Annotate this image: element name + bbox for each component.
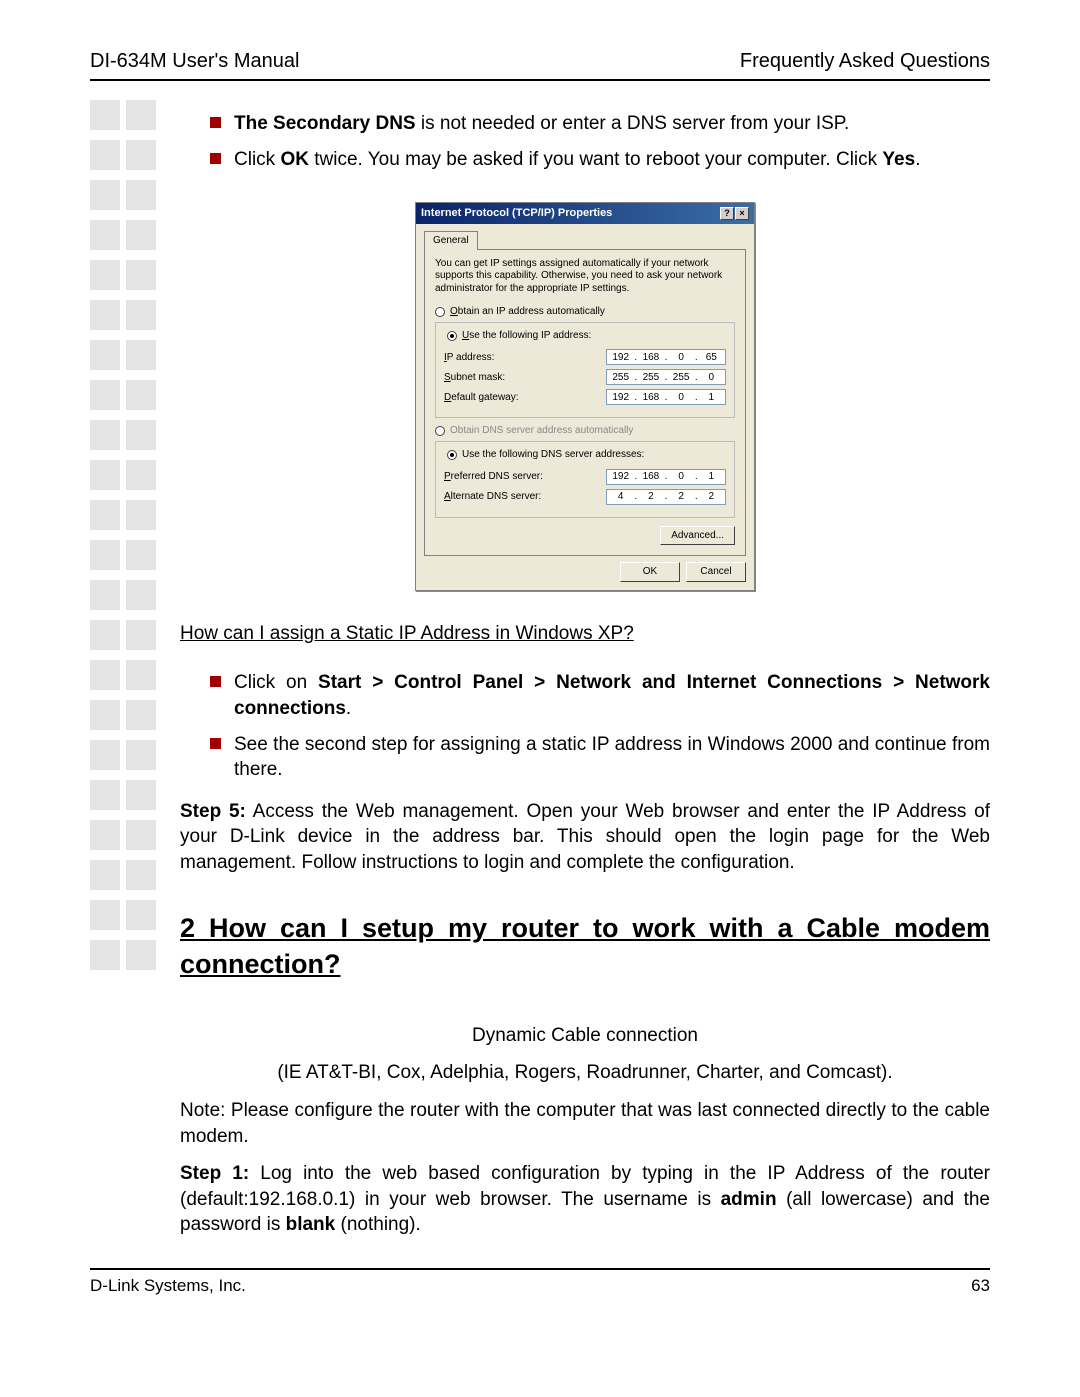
gateway-label: Default gateway:: [444, 391, 519, 405]
footer-company: D-Link Systems, Inc.: [90, 1276, 246, 1296]
xp-heading: How can I assign a Static IP Address in …: [180, 621, 990, 647]
footer-page-number: 63: [971, 1276, 990, 1296]
subnet-label: Subnet mask:: [444, 371, 505, 385]
decorative-sidebar: [90, 100, 156, 970]
radio-label: Use the following DNS server addresses:: [462, 448, 644, 462]
alternate-dns-input[interactable]: 4. 2. 2. 2: [606, 489, 726, 505]
page-footer: D-Link Systems, Inc. 63: [90, 1268, 990, 1296]
radio-use-dns[interactable]: Use the following DNS server addresses:: [444, 448, 647, 462]
page-content: The Secondary DNS is not needed or enter…: [180, 111, 990, 1238]
ip-label: IP address:: [444, 351, 494, 365]
radio-obtain-ip[interactable]: Obtain an IP address automatically: [435, 305, 735, 319]
help-icon[interactable]: ?: [720, 207, 734, 220]
cancel-button[interactable]: Cancel: [686, 562, 746, 582]
list-item: The Secondary DNS is not needed or enter…: [210, 111, 990, 137]
dynamic-title: Dynamic Cable connection: [180, 1023, 990, 1049]
ip-address-input[interactable]: 192. 168. 0. 65: [606, 349, 726, 365]
step-1-text: Step 1: Log into the web based configura…: [180, 1161, 990, 1238]
alternate-dns-label: Alternate DNS server:: [444, 490, 541, 504]
note-text: Note: Please configure the router with t…: [180, 1098, 990, 1149]
dynamic-subtitle: (IE AT&T-BI, Cox, Adelphia, Rogers, Road…: [180, 1060, 990, 1086]
tcpip-properties-dialog: Internet Protocol (TCP/IP) Properties ? …: [415, 202, 755, 590]
radio-label: Use the following IP address:: [462, 329, 591, 343]
ip-group: Use the following IP address: IP address…: [435, 322, 735, 419]
preferred-dns-input[interactable]: 192. 168. 0. 1: [606, 469, 726, 485]
dns-group: Use the following DNS server addresses: …: [435, 441, 735, 518]
dialog-intro-text: You can get IP settings assigned automat…: [435, 258, 735, 296]
page-header: DI-634M User's Manual Frequently Asked Q…: [90, 50, 990, 81]
radio-icon: [447, 331, 457, 341]
advanced-button[interactable]: Advanced...: [660, 526, 735, 546]
radio-icon: [435, 426, 445, 436]
tab-panel: You can get IP settings assigned automat…: [424, 249, 746, 557]
radio-label: Obtain an IP address automatically: [450, 305, 605, 319]
radio-icon: [447, 450, 457, 460]
bullet-list-top: The Secondary DNS is not needed or enter…: [180, 111, 990, 172]
section-2-heading: 2 How can I setup my router to work with…: [180, 910, 990, 983]
ok-button[interactable]: OK: [620, 562, 680, 582]
preferred-dns-label: Preferred DNS server:: [444, 470, 543, 484]
list-item: Click on Start > Control Panel > Network…: [210, 670, 990, 721]
bullet-list-xp: Click on Start > Control Panel > Network…: [180, 670, 990, 783]
step-5-text: Step 5: Access the Web management. Open …: [180, 799, 990, 876]
header-right: Frequently Asked Questions: [740, 50, 990, 73]
dialog-title: Internet Protocol (TCP/IP) Properties: [421, 206, 612, 221]
dialog-figure: Internet Protocol (TCP/IP) Properties ? …: [180, 202, 990, 590]
dialog-titlebar: Internet Protocol (TCP/IP) Properties ? …: [416, 203, 754, 224]
close-icon[interactable]: ×: [735, 207, 749, 220]
radio-obtain-dns: Obtain DNS server address automatically: [435, 424, 735, 438]
list-item: See the second step for assigning a stat…: [210, 732, 990, 783]
radio-use-ip[interactable]: Use the following IP address:: [444, 329, 594, 343]
subnet-mask-input[interactable]: 255. 255. 255. 0: [606, 369, 726, 385]
list-item: Click OK twice. You may be asked if you …: [210, 147, 990, 173]
header-left: DI-634M User's Manual: [90, 50, 299, 73]
radio-label: Obtain DNS server address automatically: [450, 424, 633, 438]
radio-icon: [435, 307, 445, 317]
tab-general[interactable]: General: [424, 231, 478, 250]
manual-page: DI-634M User's Manual Frequently Asked Q…: [0, 0, 1080, 1336]
default-gateway-input[interactable]: 192. 168. 0. 1: [606, 389, 726, 405]
